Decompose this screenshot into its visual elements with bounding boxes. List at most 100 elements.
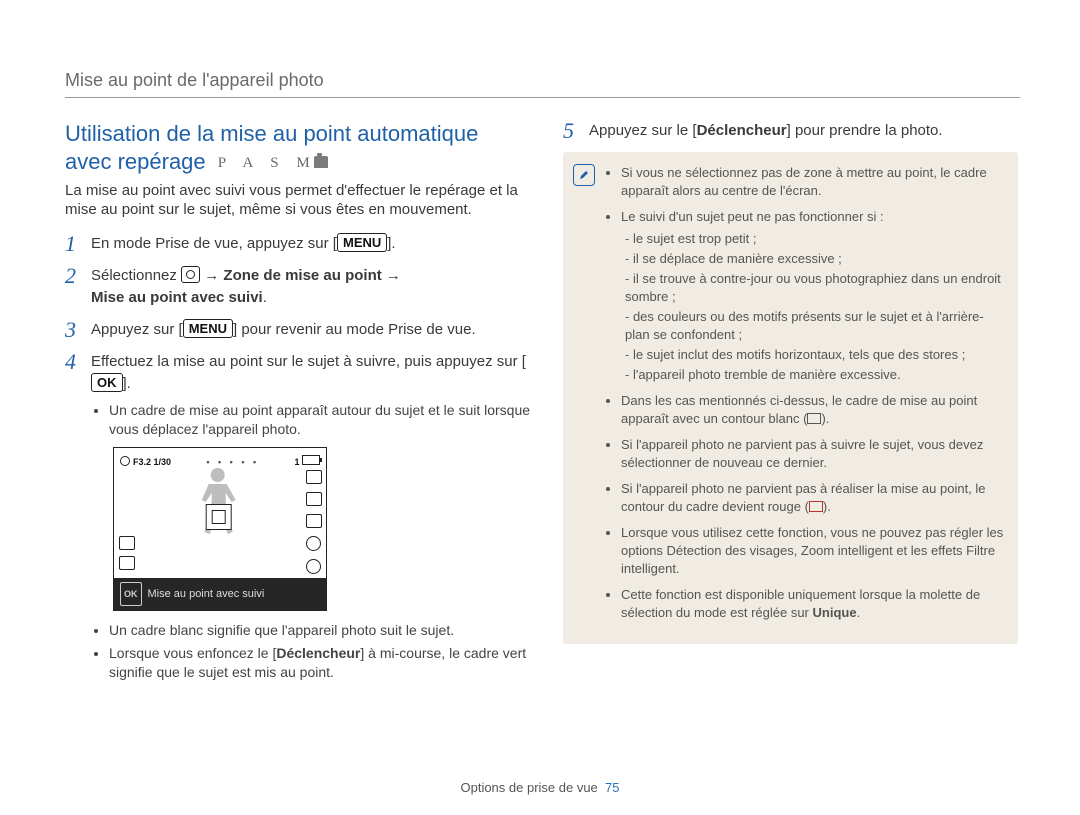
text: ).	[823, 499, 831, 514]
step-2: 2 Sélectionnez → Zone de mise au point →…	[65, 265, 535, 309]
text-bold: Déclencheur	[276, 645, 360, 661]
camera-mode-icon	[314, 156, 328, 168]
list-item: Un cadre blanc signifie que l'appareil p…	[109, 621, 535, 640]
camera-left-info: F3.2 1/30	[120, 451, 171, 473]
list-item: Lorsque vous enfoncez le [Déclencheur] à…	[109, 644, 535, 682]
left-column: Utilisation de la mise au point automati…	[65, 120, 535, 700]
step-5: 5 Appuyez sur le [Déclencheur] pour pren…	[563, 120, 1018, 142]
text-bold: Unique	[813, 605, 857, 620]
step-number: 3	[65, 319, 81, 341]
menu-button-icon: MENU	[183, 319, 233, 338]
text: ] pour revenir au mode Prise de vue.	[233, 321, 476, 338]
step-body: Effectuez la mise au point sur le sujet …	[91, 351, 535, 690]
right-column: 5 Appuyez sur le [Déclencheur] pour pren…	[563, 120, 1018, 700]
list-item: Cette fonction est disponible uniquement…	[621, 586, 1004, 622]
content-columns: Utilisation de la mise au point automati…	[65, 120, 1020, 700]
ok-chip-icon: OK	[120, 582, 142, 606]
ok-button-icon: OK	[91, 373, 123, 392]
info-list: Si vous ne sélectionnez pas de zone à me…	[605, 164, 1004, 622]
text-bold: Zone de mise au point	[223, 267, 381, 284]
overlay-icon	[306, 470, 322, 484]
text: ).	[821, 411, 829, 426]
list-item: Un cadre de mise au point apparaît autou…	[109, 401, 535, 439]
battery-icon	[302, 455, 320, 465]
text: →	[382, 267, 401, 284]
list-item: Lorsque vous utilisez cette fonction, vo…	[621, 524, 1004, 578]
overlay-icon	[306, 492, 322, 506]
camera-viewfinder: F3.2 1/30 • • • • • 1	[114, 448, 326, 578]
camera-icon	[181, 266, 200, 283]
info-card: Si vous ne sélectionnez pas de zone à me…	[563, 152, 1018, 644]
text-bold: Déclencheur	[697, 122, 787, 139]
steps-list: 5 Appuyez sur le [Déclencheur] pour pren…	[563, 120, 1018, 142]
step-number: 4	[65, 351, 81, 690]
overlay-icon	[306, 536, 321, 551]
divider	[65, 97, 1020, 98]
step-4: 4 Effectuez la mise au point sur le suje…	[65, 351, 535, 690]
step-body: Appuyez sur [MENU] pour revenir au mode …	[91, 319, 535, 341]
text: Lorsque vous enfoncez le [	[109, 645, 276, 661]
list-item: le sujet inclut des motifs horizontaux, …	[625, 346, 1004, 364]
breadcrumb: Mise au point de l'appareil photo	[65, 70, 1020, 91]
list-item: Le suivi d'un sujet peut ne pas fonction…	[621, 208, 1004, 384]
text: En mode Prise de vue, appuyez sur [	[91, 235, 337, 252]
text: →	[200, 267, 223, 284]
focus-box-icon	[206, 504, 232, 530]
step-number: 2	[65, 265, 81, 309]
footer-label: Options de prise de vue	[460, 780, 597, 795]
list-item: Dans les cas mentionnés ci-dessus, le ca…	[621, 392, 1004, 428]
step-number: 1	[65, 233, 81, 255]
text: Le suivi d'un sujet peut ne pas fonction…	[621, 209, 884, 224]
text: Cette fonction est disponible uniquement…	[621, 587, 980, 620]
list-item: l'appareil photo tremble de manière exce…	[625, 366, 1004, 384]
step-1: 1 En mode Prise de vue, appuyez sur [MEN…	[65, 233, 535, 255]
right-icons	[306, 470, 322, 574]
text: Appuyez sur [	[91, 321, 183, 338]
text: ].	[123, 375, 131, 392]
step-body: En mode Prise de vue, appuyez sur [MENU]…	[91, 233, 535, 255]
caption-text: Mise au point avec suivi	[148, 583, 265, 605]
step-body: Appuyez sur le [Déclencheur] pour prendr…	[589, 120, 1018, 142]
intro-paragraph: La mise au point avec suivi vous permet …	[65, 181, 535, 219]
step-body: Sélectionnez → Zone de mise au point → M…	[91, 265, 535, 309]
list-item: Si l'appareil photo ne parvient pas à ré…	[621, 480, 1004, 516]
camera-preview: F3.2 1/30 • • • • • 1	[113, 447, 327, 611]
exposure-text: F3.2 1/30	[133, 457, 171, 467]
step-number: 5	[563, 120, 579, 142]
list-item: il se trouve à contre-jour ou vous photo…	[625, 270, 1004, 306]
list-item: le sujet est trop petit ;	[625, 230, 1004, 248]
info-sublist: le sujet est trop petit ; il se déplace …	[621, 230, 1004, 384]
list-item: il se déplace de manière excessive ;	[625, 250, 1004, 268]
title-line-1: Utilisation de la mise au point automati…	[65, 121, 478, 146]
list-item: des couleurs ou des motifs présents sur …	[625, 308, 1004, 344]
page-number: 75	[605, 780, 619, 795]
shot-count: 1	[294, 457, 299, 467]
camera-caption-bar: OK Mise au point avec suivi	[114, 578, 326, 610]
list-item: Si vous ne sélectionnez pas de zone à me…	[621, 164, 1004, 200]
text: ] pour prendre la photo.	[787, 122, 943, 139]
red-frame-icon	[809, 501, 823, 512]
list-item: Si l'appareil photo ne parvient pas à su…	[621, 436, 1004, 472]
text: .	[857, 605, 861, 620]
text: .	[263, 289, 267, 306]
overlay-icon	[119, 556, 135, 570]
text: Appuyez sur le [	[589, 122, 697, 139]
title-line-2: avec repérage	[65, 149, 206, 174]
left-icons	[119, 536, 135, 570]
mode-letters: P A S M	[218, 155, 317, 171]
overlay-icon	[306, 514, 322, 528]
manual-page: Mise au point de l'appareil photo Utilis…	[0, 0, 1080, 815]
text-bold: Mise au point avec suivi	[91, 289, 263, 306]
sub-bullets: Un cadre blanc signifie que l'appareil p…	[91, 621, 535, 682]
text: ].	[387, 235, 395, 252]
overlay-icon	[306, 559, 321, 574]
text: Si l'appareil photo ne parvient pas à ré…	[621, 481, 986, 514]
text: Dans les cas mentionnés ci-dessus, le ca…	[621, 393, 977, 426]
text: Sélectionnez	[91, 267, 181, 284]
section-title: Utilisation de la mise au point automati…	[65, 120, 535, 177]
text: Effectuez la mise au point sur le sujet …	[91, 353, 526, 370]
sub-bullets: Un cadre de mise au point apparaît autou…	[91, 401, 535, 439]
steps-list: 1 En mode Prise de vue, appuyez sur [MEN…	[65, 233, 535, 690]
page-footer: Options de prise de vue 75	[0, 780, 1080, 795]
note-icon	[573, 164, 595, 186]
